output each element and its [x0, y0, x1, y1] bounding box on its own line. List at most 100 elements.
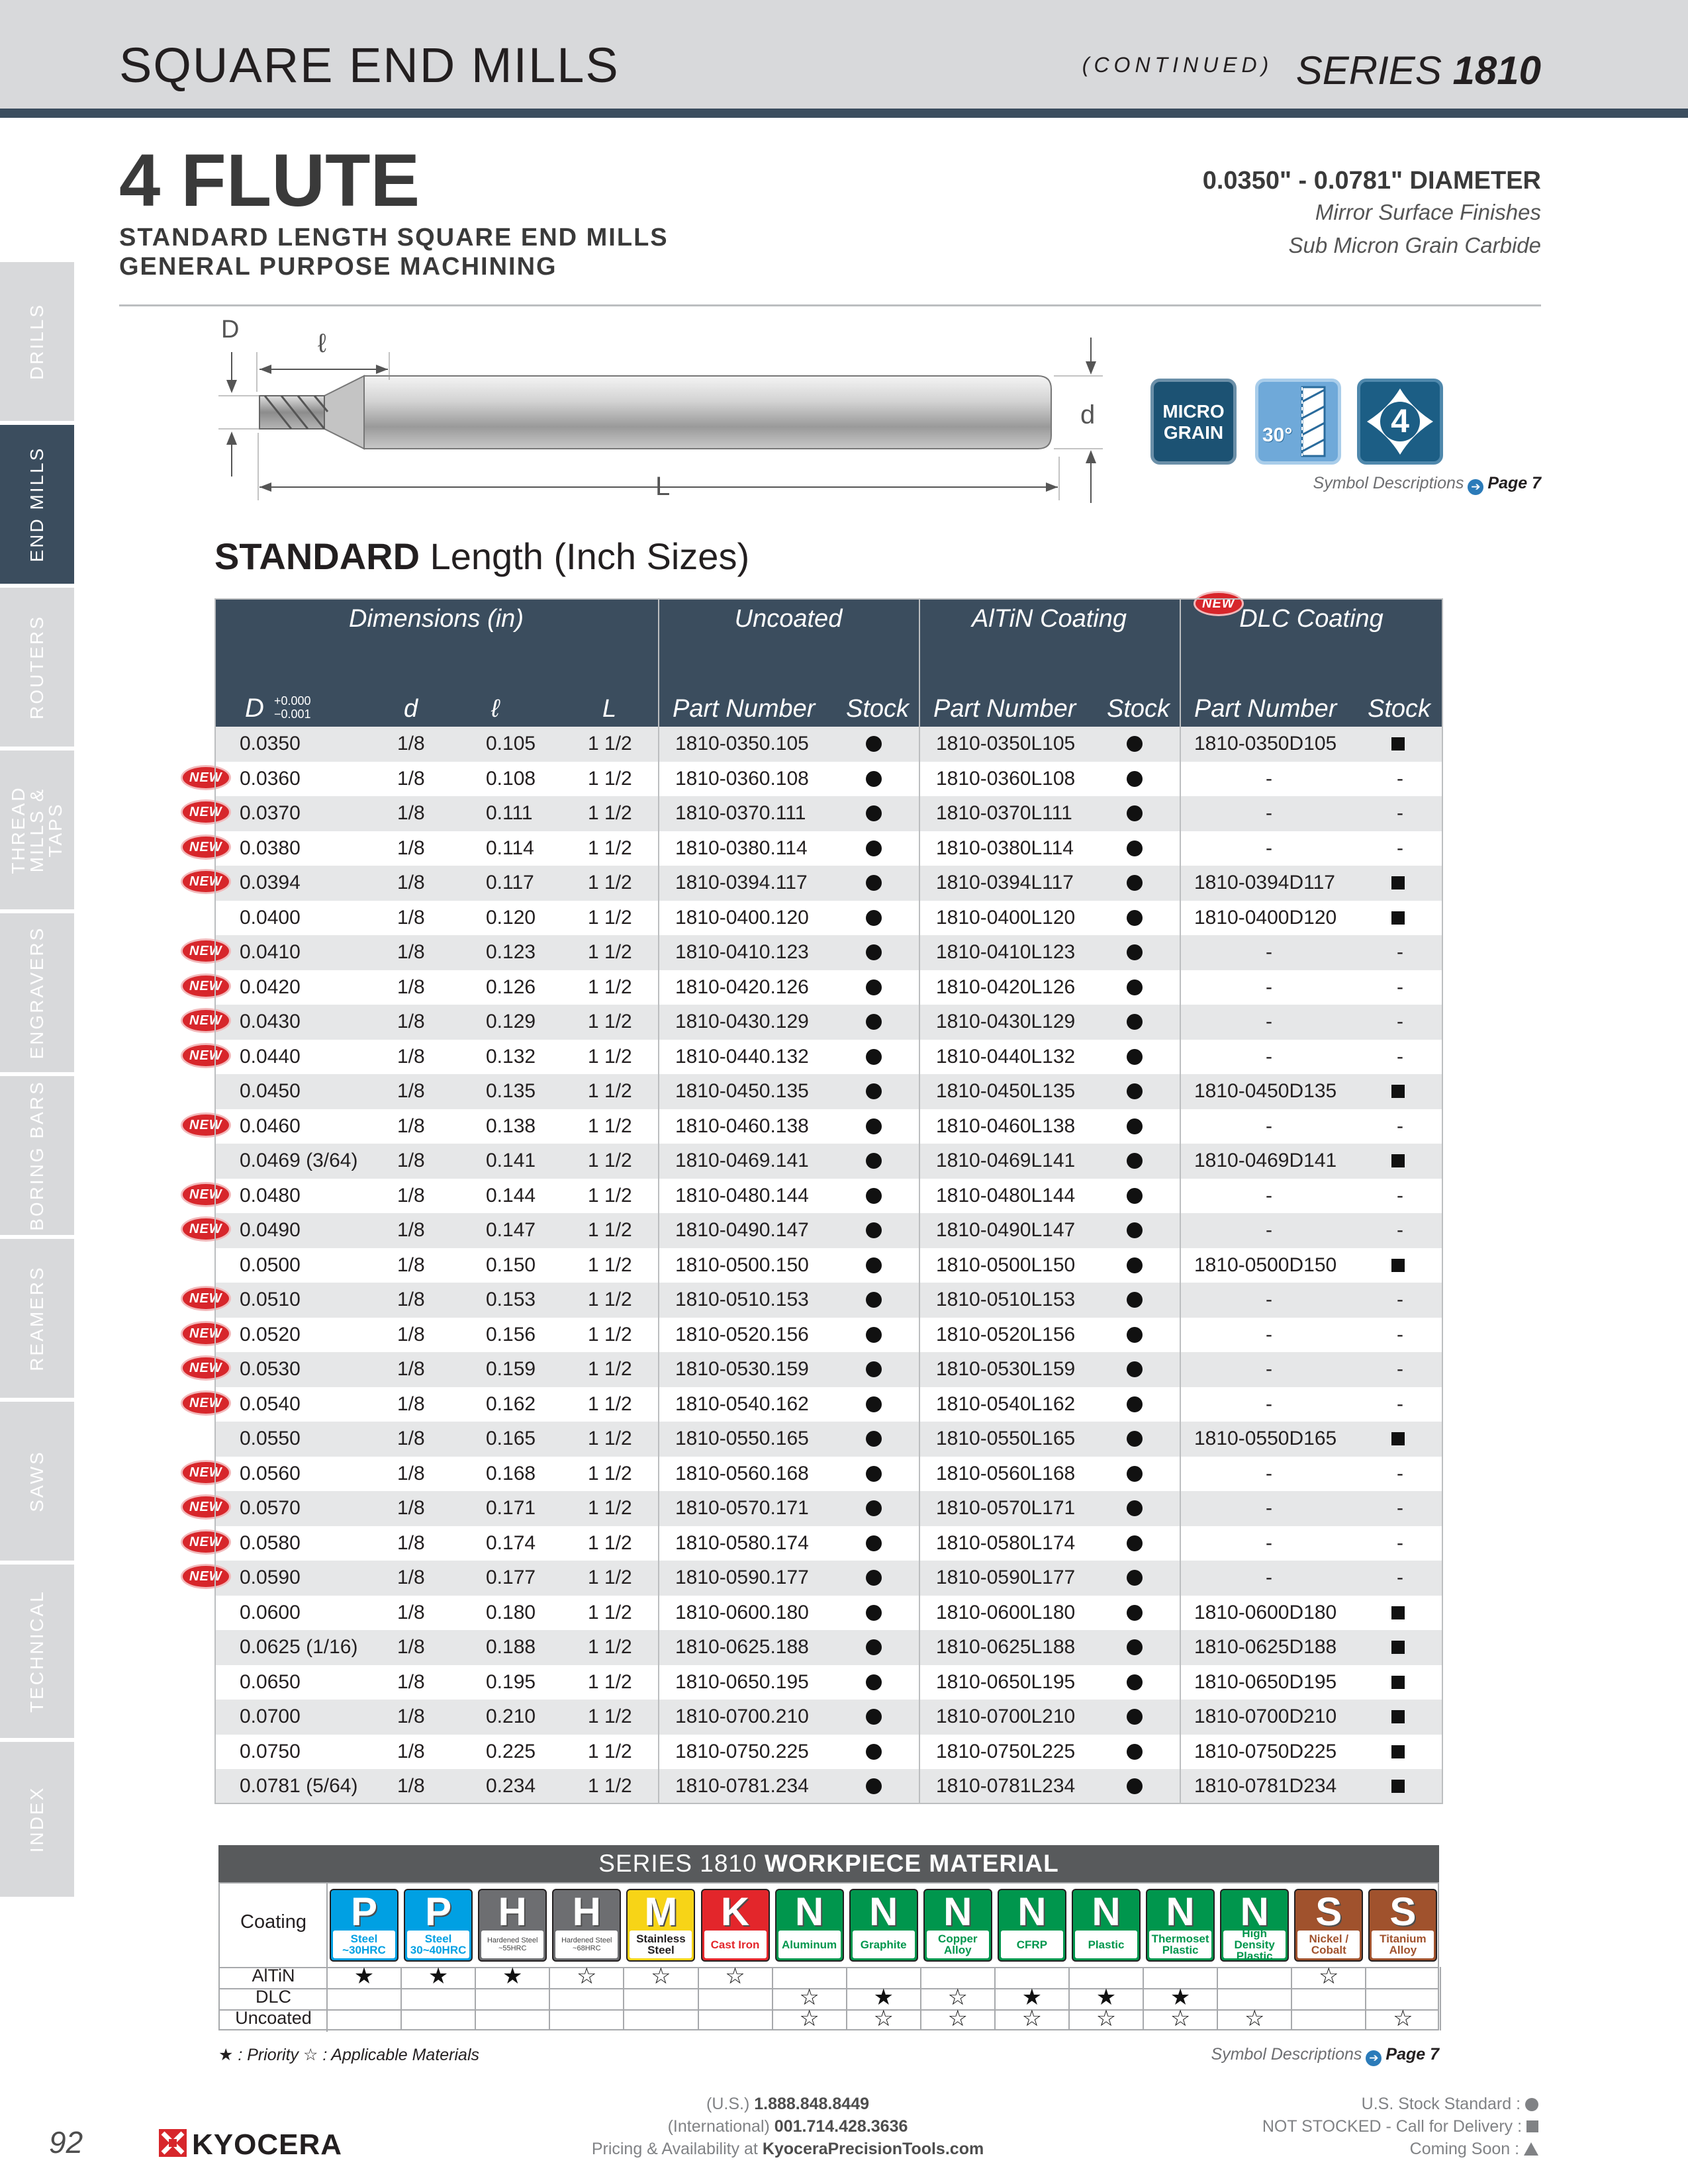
material-name: Nickel / Cobalt [1297, 1931, 1360, 1958]
side-tab-saws[interactable]: SAWS [0, 1402, 74, 1565]
stock-circle-icon [1127, 979, 1143, 995]
stock-circle-icon [866, 1361, 882, 1377]
cell-uncoated-part: 1810-0590.177 [675, 1567, 809, 1588]
new-badge: NEW [183, 836, 229, 858]
intl-phone[interactable]: 001.714.428.3636 [774, 2117, 908, 2136]
cell-uncoated-stock [866, 1630, 882, 1665]
cell-uncoated-part: 1810-0625.188 [675, 1636, 809, 1658]
symbol-descriptions-link[interactable]: Symbol Descriptions ➔ Page 7 [1313, 474, 1541, 495]
cell-shank: 1/8 [397, 802, 425, 824]
cell-uncoated-part: 1810-0781.234 [675, 1775, 809, 1797]
cell-uncoated-part: 1810-0360.108 [675, 767, 809, 790]
cell-dlc-stock [1391, 1665, 1405, 1700]
new-badge: NEW [183, 975, 229, 997]
cell-altin-stock [1127, 796, 1143, 831]
cell-altin-part: 1810-0350L105 [936, 733, 1076, 754]
cell-dlc-part: - [1266, 1219, 1272, 1241]
cell-dlc-part: - [1266, 1462, 1272, 1484]
cell-altin-part: 1810-0781L234 [936, 1775, 1076, 1797]
side-tab-boring-bars[interactable]: BORING BARS [0, 1076, 74, 1239]
col-uncoated-stock: Stock [846, 695, 910, 723]
cell-flute-length: 0.144 [486, 1184, 536, 1206]
micro-grain-line1: MICRO [1162, 401, 1225, 422]
cell-overall-length: 1 1/2 [588, 802, 632, 824]
us-phone[interactable]: 1.888.848.8449 [754, 2095, 869, 2113]
cell-uncoated-part: 1810-0460.138 [675, 1115, 809, 1137]
coating-row-label: Uncoated [235, 2008, 312, 2028]
side-tab-label: INDEX [26, 1786, 47, 1853]
stock-square-icon [1391, 1154, 1405, 1167]
legend-coming-soon: Coming Soon : [1262, 2138, 1538, 2160]
four-flute-icon: 4 [1357, 379, 1443, 465]
cell-altin-part: 1810-0370L111 [936, 802, 1072, 824]
group-dimensions: Dimensions (in) [349, 605, 524, 633]
new-badge: NEW [183, 1322, 229, 1344]
table-row: 0.0570 1/8 0.171 1 1/2 1810-0570.171 1810-057… [214, 1491, 1443, 1526]
material-tile: K Cast Iron [700, 1889, 770, 1962]
side-tab-index[interactable]: INDEX [0, 1742, 74, 1901]
cell-shank: 1/8 [397, 1045, 425, 1068]
cell-uncoated-part: 1810-0469.141 [675, 1150, 809, 1171]
cell-flute-length: 0.159 [486, 1358, 536, 1380]
stock-square-icon [1391, 876, 1405, 889]
table-heading: STANDARD Length (Inch Sizes) [214, 535, 749, 578]
side-tab-end-mills[interactable]: END MILLS [0, 425, 74, 588]
material-tile: N Plastic [1072, 1889, 1141, 1962]
side-tab-routers[interactable]: ROUTERS [0, 588, 74, 751]
cell-altin-part: 1810-0394L117 [936, 872, 1074, 893]
cell-altin-part: 1810-0750L225 [936, 1740, 1076, 1762]
symbol-descriptions-link-bottom[interactable]: Symbol Descriptions ➔ Page 7 [1211, 2045, 1439, 2066]
side-tab-technical[interactable]: TECHNICAL [0, 1565, 74, 1742]
material-name: Aluminum [778, 1931, 841, 1958]
material-letter: S [1389, 1889, 1417, 1934]
cell-uncoated-stock [866, 796, 882, 831]
applicable-star-icon: ☆ [725, 1964, 745, 1989]
side-tab-drills[interactable]: DRILLS [0, 262, 74, 425]
cell-altin-part: 1810-0490L147 [936, 1219, 1076, 1241]
cell-dlc-stock [1391, 1700, 1405, 1735]
legend-stock-standard: U.S. Stock Standard : [1262, 2093, 1538, 2115]
side-tab-reamers[interactable]: REAMERS [0, 1239, 74, 1402]
cell-shank: 1/8 [397, 1567, 425, 1588]
cell-uncoated-part: 1810-0430.129 [675, 1011, 809, 1032]
kyocera-logo[interactable]: KYOCERA [159, 2126, 351, 2160]
side-tab-label: BORING BARS [26, 1080, 47, 1231]
cell-overall-length: 1 1/2 [588, 1706, 632, 1727]
website-link[interactable]: KyoceraPrecisionTools.com [763, 2140, 984, 2158]
diameter-range: 0.0350" - 0.0781" DIAMETER [1202, 167, 1541, 195]
cell-altin-stock [1127, 1179, 1143, 1214]
stock-circle-icon [866, 1709, 882, 1725]
material-letter: K [720, 1889, 750, 1934]
side-tab-thread-mills[interactable]: THREAD MILLS & TAPS [0, 751, 74, 913]
cell-dlc-part: 1810-0550D165 [1194, 1428, 1337, 1449]
side-tab-engravers[interactable]: ENGRAVERS [0, 913, 74, 1076]
cell-altin-stock [1127, 970, 1143, 1005]
material-tile: N CFRP [997, 1889, 1066, 1962]
side-tab-label: REAMERS [26, 1265, 47, 1371]
stock-circle-icon [1127, 840, 1143, 856]
cell-flute-length: 0.147 [486, 1219, 536, 1241]
cell-dlc-part: - [1266, 1115, 1272, 1137]
stock-circle-icon [866, 1500, 882, 1516]
cell-altin-part: 1810-0430L129 [936, 1011, 1076, 1032]
cell-diameter: 0.0590 [240, 1567, 301, 1588]
cell-diameter: 0.0394 [240, 872, 301, 893]
table-row: 0.0394 1/8 0.117 1 1/2 1810-0394.117 1810-039… [214, 866, 1443, 901]
page-number: 92 [49, 2125, 83, 2160]
us-phone-line: (U.S.) 1.888.848.8449 [530, 2093, 1046, 2115]
cell-altin-stock [1127, 1283, 1143, 1318]
cell-flute-length: 0.108 [486, 767, 536, 790]
dlc-new-badge: NEW [1196, 593, 1242, 614]
applicable-star-icon: ☆ [651, 1964, 671, 1989]
arrow-right-icon: ➔ [1366, 2050, 1382, 2066]
cell-shank: 1/8 [397, 1670, 425, 1693]
cell-flute-length: 0.150 [486, 1253, 536, 1276]
stock-square-icon [1391, 1606, 1405, 1619]
cell-uncoated-stock [866, 1596, 882, 1631]
dimension-d-label: d [1080, 400, 1095, 430]
cell-uncoated-part: 1810-0350.105 [675, 733, 809, 754]
cell-flute-length: 0.168 [486, 1462, 536, 1484]
stock-circle-icon [866, 1014, 882, 1030]
cell-overall-length: 1 1/2 [588, 1358, 632, 1380]
applicable-star-icon: ☆ [947, 2006, 968, 2031]
